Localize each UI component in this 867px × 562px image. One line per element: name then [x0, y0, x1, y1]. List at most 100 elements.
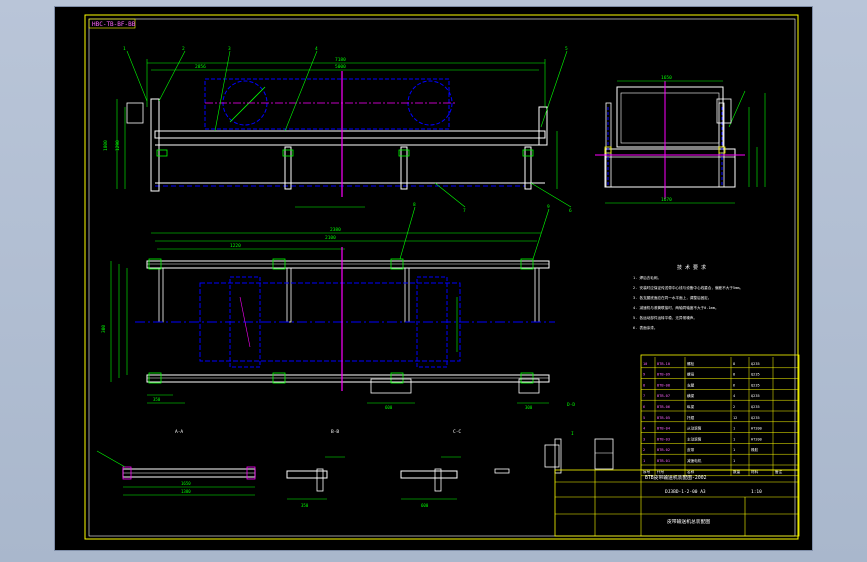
parts-cell: Q235: [751, 362, 760, 366]
parts-cell: 6: [733, 383, 735, 387]
section-views: A-A B-B C-C D-D 1650 1380 350 600 I: [96, 402, 614, 508]
notes-heading: 技 术 要 求: [677, 264, 706, 271]
section-c-post: [434, 468, 442, 492]
front-view: 7180 5000 2856 1800 1290 1 2 3 4 5 6 7: [103, 46, 572, 214]
parts-cell: 10: [643, 362, 647, 366]
leader-7: [434, 182, 466, 208]
side-view: 1650 1670: [595, 75, 766, 204]
parts-cell: 4: [643, 427, 645, 431]
dim-text-d3: 2856: [195, 64, 206, 70]
parts-cell: 2: [643, 448, 645, 452]
parts-cell: 9: [643, 373, 645, 377]
tb-scale: 1:10: [751, 489, 762, 495]
parts-cell: 8: [733, 373, 735, 377]
title-tag: HBC-TB-BF-BB: [92, 21, 136, 28]
parts-cell: 5: [643, 416, 645, 420]
motor-block: [126, 102, 144, 124]
parts-cell: Q235: [751, 405, 760, 409]
cross-3: [404, 267, 410, 323]
dim-text-d2: 5000: [335, 64, 346, 70]
parts-cell: 1: [643, 459, 645, 463]
title-block: BTB皮带输送机装配图-2002 DJ3BD-1-2-00 A3 1:10 皮带…: [554, 469, 800, 537]
note-line-6: 6. 表面涂漆。: [633, 325, 657, 330]
drum-hatch: [229, 86, 266, 123]
dim-text-d4: 1800: [103, 140, 109, 151]
callout-5: 5: [565, 46, 568, 52]
detail-ii-box: [594, 438, 614, 470]
parts-cell: 螺母: [687, 372, 695, 377]
parts-cell: 数量: [733, 469, 741, 474]
parts-cell: 8: [643, 383, 645, 387]
parts-cell: 减速电机: [687, 458, 702, 463]
parts-cell: BTB-09: [657, 373, 670, 377]
callout-2: 2: [182, 46, 185, 52]
section-b-post: [316, 468, 324, 492]
dim-text-d1: 7180: [335, 57, 346, 63]
parts-cell: 1: [733, 459, 735, 463]
parts-cell: 支腿: [687, 382, 695, 387]
section-label-a: A-A: [175, 429, 183, 435]
parts-cell: BTB-03: [657, 437, 670, 441]
note-line-3: 3. 各支腿底面应在同一水平面上，调整后固定。: [633, 295, 711, 300]
section-a-dim-text-1: 1650: [181, 481, 191, 486]
side-dim-text-1: 1650: [661, 75, 672, 81]
hidden-belt-frame: [204, 78, 450, 130]
parts-cell: 2: [733, 405, 735, 409]
leader-6: [530, 182, 572, 208]
callout-1: 1: [123, 46, 126, 52]
detail-i-plate: [554, 438, 562, 474]
tb-project: BTB皮带输送机装配图-2002: [645, 474, 707, 481]
top-leader-2: [532, 208, 550, 260]
callout-9: 9: [547, 204, 550, 210]
parts-cell: BTB-10: [657, 362, 670, 366]
side-belt-box: [616, 86, 724, 148]
parts-cell: 从动滚筒: [687, 426, 702, 431]
parts-cell: HT200: [751, 437, 762, 441]
cad-viewport[interactable]: HBC-TB-BF-BB 7180 5000 2856 1800 1290 1 …: [54, 6, 813, 551]
parts-cell: BTB-01: [657, 459, 670, 463]
parts-list: 10 BTB-10 螺栓 8 Q235 9 BTB-09 螺母 8 Q235 8 BTB-08 支腿 6 Q…: [640, 354, 800, 477]
parts-cell: BTB-08: [657, 383, 670, 387]
belt-top-rail: [154, 130, 546, 139]
foot-detail-2: [518, 378, 540, 394]
parts-cell: 皮带: [687, 447, 695, 452]
parts-cell: 8: [733, 362, 735, 366]
cross-2: [286, 267, 292, 323]
section-label-b: B-B: [331, 429, 339, 435]
section-label-d: D-D: [567, 402, 575, 408]
top-dim-text-5: 350: [153, 397, 161, 402]
parts-cell: 横梁: [687, 393, 695, 398]
top-view: 2380 2100 1220 300 350 600 300 8 9: [101, 202, 555, 410]
section-c-bar: [400, 470, 458, 479]
parts-cell: 3: [643, 437, 645, 441]
parts-cell: Q235: [751, 416, 760, 420]
top-dim-text-1: 2380: [330, 227, 341, 233]
cross-1: [158, 267, 164, 323]
tb-sheet-name: 皮带输送机总装配图: [667, 518, 710, 525]
callout-3: 3: [228, 46, 231, 52]
callout-4: 4: [315, 46, 318, 52]
parts-cell: 1: [733, 448, 735, 452]
section-c-tab: [494, 468, 510, 474]
dim-text-d5: 1290: [115, 140, 121, 151]
bottom-rail: [146, 374, 550, 383]
section-b-dim-text: 350: [301, 503, 309, 508]
side-leader: [728, 90, 746, 128]
parts-cell: 7: [643, 394, 645, 398]
parts-cell: HT200: [751, 427, 762, 431]
top-dim-text-3: 1220: [230, 243, 241, 249]
parts-cell: BTB-05: [657, 416, 670, 420]
section-b-bar: [286, 470, 328, 479]
section-label-c: C-C: [453, 429, 461, 435]
parts-cell: 主动滚筒: [687, 436, 702, 441]
detail-label: I: [571, 431, 574, 437]
parts-cell: 6: [643, 405, 645, 409]
side-belt-inner: [620, 92, 720, 144]
cross-4: [534, 267, 540, 323]
note-line-2: 2. 安装时应保证传送带中心线与设备中心线重合，偏差不大于5mm。: [633, 285, 743, 290]
section-a-dim-text-2: 1380: [181, 489, 191, 494]
parts-cell: 橡胶: [751, 447, 759, 452]
top-dim-text-6: 600: [385, 405, 393, 410]
top-dim-text-4: 300: [101, 325, 107, 333]
parts-cell: 1: [733, 437, 735, 441]
